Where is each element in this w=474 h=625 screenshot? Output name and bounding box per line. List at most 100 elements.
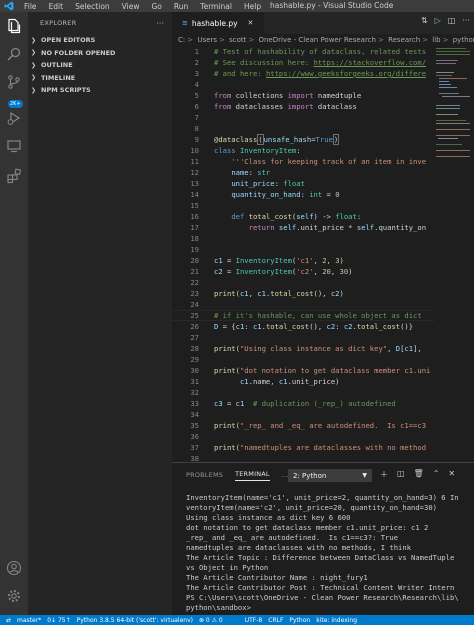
menu-run[interactable]: Run — [174, 2, 188, 11]
sidebar-header: EXPLORER ··· — [28, 12, 172, 34]
chevron-right-icon: ❯ — [31, 86, 37, 94]
tab-label: hashable.py — [191, 18, 238, 28]
tab-problems[interactable]: PROBLEMS — [186, 471, 223, 479]
breadcrumb-item[interactable]: C: — [178, 36, 185, 44]
code-line: return self.unit_price * self.quantity_o… — [248, 223, 427, 232]
terminal-line: InventoryItem(name='c1', unit_price=2, q… — [186, 493, 459, 502]
python-interpreter[interactable]: Python 3.8.5 64-bit ('scott': virtualenv… — [77, 617, 193, 624]
line-number: 1 — [194, 47, 199, 56]
language-mode[interactable]: Python — [289, 617, 310, 624]
minimap-line — [436, 129, 470, 130]
terminal-line: python\sandbox> — [186, 603, 251, 612]
sync-status[interactable]: 0↓ 75↑ — [47, 617, 70, 624]
menu-file[interactable]: File — [24, 2, 37, 11]
menu-view[interactable]: View — [122, 2, 140, 11]
section-open-editors[interactable]: ❯ OPEN EDITORS — [28, 34, 172, 47]
breadcrumb-item[interactable]: lib — [432, 36, 440, 44]
line-number: 22 — [190, 278, 199, 287]
menu-edit[interactable]: Edit — [49, 2, 64, 11]
breadcrumb-item[interactable]: Research — [388, 36, 420, 44]
chevron-up-icon[interactable]: ⌃ — [433, 469, 440, 480]
chevron-right-icon: ❯ — [31, 49, 37, 57]
status-bar: ⇄ master* 0↓ 75↑ Python 3.8.5 64-bit ('s… — [0, 615, 474, 625]
breadcrumb-item[interactable]: OneDrive - Clean Power Research — [258, 36, 375, 44]
menu-go[interactable]: Go — [151, 2, 161, 11]
trash-icon[interactable]: 🗑 — [414, 469, 424, 480]
run-file-icon[interactable]: ▷ — [435, 16, 441, 25]
section-no-folder[interactable]: ❯ NO FOLDER OPENED — [28, 47, 172, 60]
code-line: def total_cost(self) -> float: — [231, 212, 362, 221]
section-timeline[interactable]: ❯ TIMELINE — [28, 72, 172, 85]
problems-count[interactable]: ⊗ 0 ⚠ 0 — [199, 617, 223, 624]
terminal-select[interactable]: 2: Python ▼ — [288, 469, 372, 482]
line-number: 23 — [190, 289, 199, 298]
line-number: 15 — [190, 201, 199, 210]
git-branch[interactable]: master* — [17, 617, 41, 624]
terminal-output[interactable]: InventoryItem(name='c1', unit_price=2, q… — [186, 493, 474, 613]
search-icon[interactable] — [6, 46, 22, 62]
explorer-icon[interactable] — [6, 18, 22, 34]
code-line: @dataclass(unsafe_hash=True) — [214, 134, 340, 145]
chevron-right-icon: ❯ — [31, 36, 37, 44]
terminal-line: Using class instance as dict key 6 600 — [186, 513, 351, 522]
split-terminal-icon[interactable]: ◫ — [397, 469, 405, 480]
section-label: NO FOLDER OPENED — [41, 48, 116, 57]
tab-terminal[interactable]: TERMINAL — [235, 470, 270, 481]
section-npm-scripts[interactable]: ❯ NPM SCRIPTS — [28, 84, 172, 97]
minimap-line — [439, 93, 459, 94]
breadcrumb-item[interactable]: python — [453, 36, 474, 44]
line-number: 12 — [190, 168, 199, 177]
code-content[interactable]: # Test of hashability of dataclass, rela… — [214, 46, 434, 462]
code-line: print("namedtuples are dataclasses with … — [214, 443, 427, 452]
account-icon[interactable] — [6, 560, 22, 576]
menu-terminal[interactable]: Terminal — [200, 2, 232, 11]
minimap-line — [436, 120, 466, 121]
extensions-icon[interactable] — [6, 168, 22, 184]
code-line: unit_price: float — [231, 179, 305, 188]
new-terminal-icon[interactable]: ＋ — [380, 469, 388, 480]
code-line: D = {c1: c1.total_cost(), c2: c2.total_c… — [214, 322, 414, 331]
close-icon[interactable]: ✕ — [248, 19, 254, 27]
line-number: 4 — [194, 80, 199, 89]
kite-status[interactable]: kite: indexing — [316, 617, 357, 624]
encoding[interactable]: UTF-8 — [245, 617, 263, 624]
run-debug-icon[interactable] — [6, 110, 22, 126]
more-actions-icon[interactable]: ··· — [462, 16, 470, 25]
minimap-line — [436, 105, 460, 106]
minimap-line — [442, 96, 470, 97]
remote-explorer-icon[interactable] — [6, 138, 22, 154]
editor-tab-bar: ≡ hashable.py ✕ ⇅ ▷ ◫ ··· — [172, 12, 474, 34]
line-number: 2 — [194, 58, 199, 67]
code-editor[interactable]: 1 2 3 4 5 6 7 8 9 10 11 12 13 14 15 16 17 18 19 20 21 22 23 24 2… — [172, 46, 474, 462]
menu-selection[interactable]: Selection — [75, 2, 110, 11]
breadcrumb: C: > Users > scott > OneDrive - Clean Power… — [172, 34, 474, 46]
code-line: from collections import namedtuple — [214, 91, 362, 100]
split-editor-icon[interactable]: ◫ — [448, 16, 456, 25]
code-line: c3 = c1 # duplication (_rep_) autodefine… — [214, 399, 396, 408]
explorer-sidebar: EXPLORER ··· ❯ OPEN EDITORS ❯ NO FOLDER OP… — [28, 12, 172, 615]
compare-icon[interactable]: ⇅ — [421, 16, 428, 25]
vscode-logo-icon — [4, 1, 14, 11]
minimap-line — [436, 135, 470, 136]
source-control-icon[interactable] — [6, 74, 22, 90]
breadcrumb-item[interactable]: Users — [197, 36, 217, 44]
tab-hashable-py[interactable]: ≡ hashable.py ✕ — [172, 12, 264, 34]
line-endings[interactable]: CRLF — [268, 617, 283, 624]
remote-icon[interactable]: ⇄ — [6, 617, 11, 624]
close-icon[interactable]: ✕ — [448, 469, 455, 480]
minimap[interactable] — [434, 46, 474, 462]
code-line: print("dot notation to get dataclass mem… — [214, 366, 431, 375]
menu-help[interactable]: Help — [244, 2, 261, 11]
line-number: 9 — [194, 135, 199, 144]
line-number: 16 — [190, 212, 199, 221]
line-number: 17 — [190, 223, 199, 232]
gear-icon[interactable] — [6, 588, 22, 604]
more-actions-icon[interactable]: ··· — [156, 19, 164, 28]
section-outline[interactable]: ❯ OUTLINE — [28, 59, 172, 72]
breadcrumb-item[interactable]: scott — [229, 36, 246, 44]
line-number: 34 — [190, 410, 199, 419]
chevron-right-icon: ❯ — [31, 61, 37, 69]
